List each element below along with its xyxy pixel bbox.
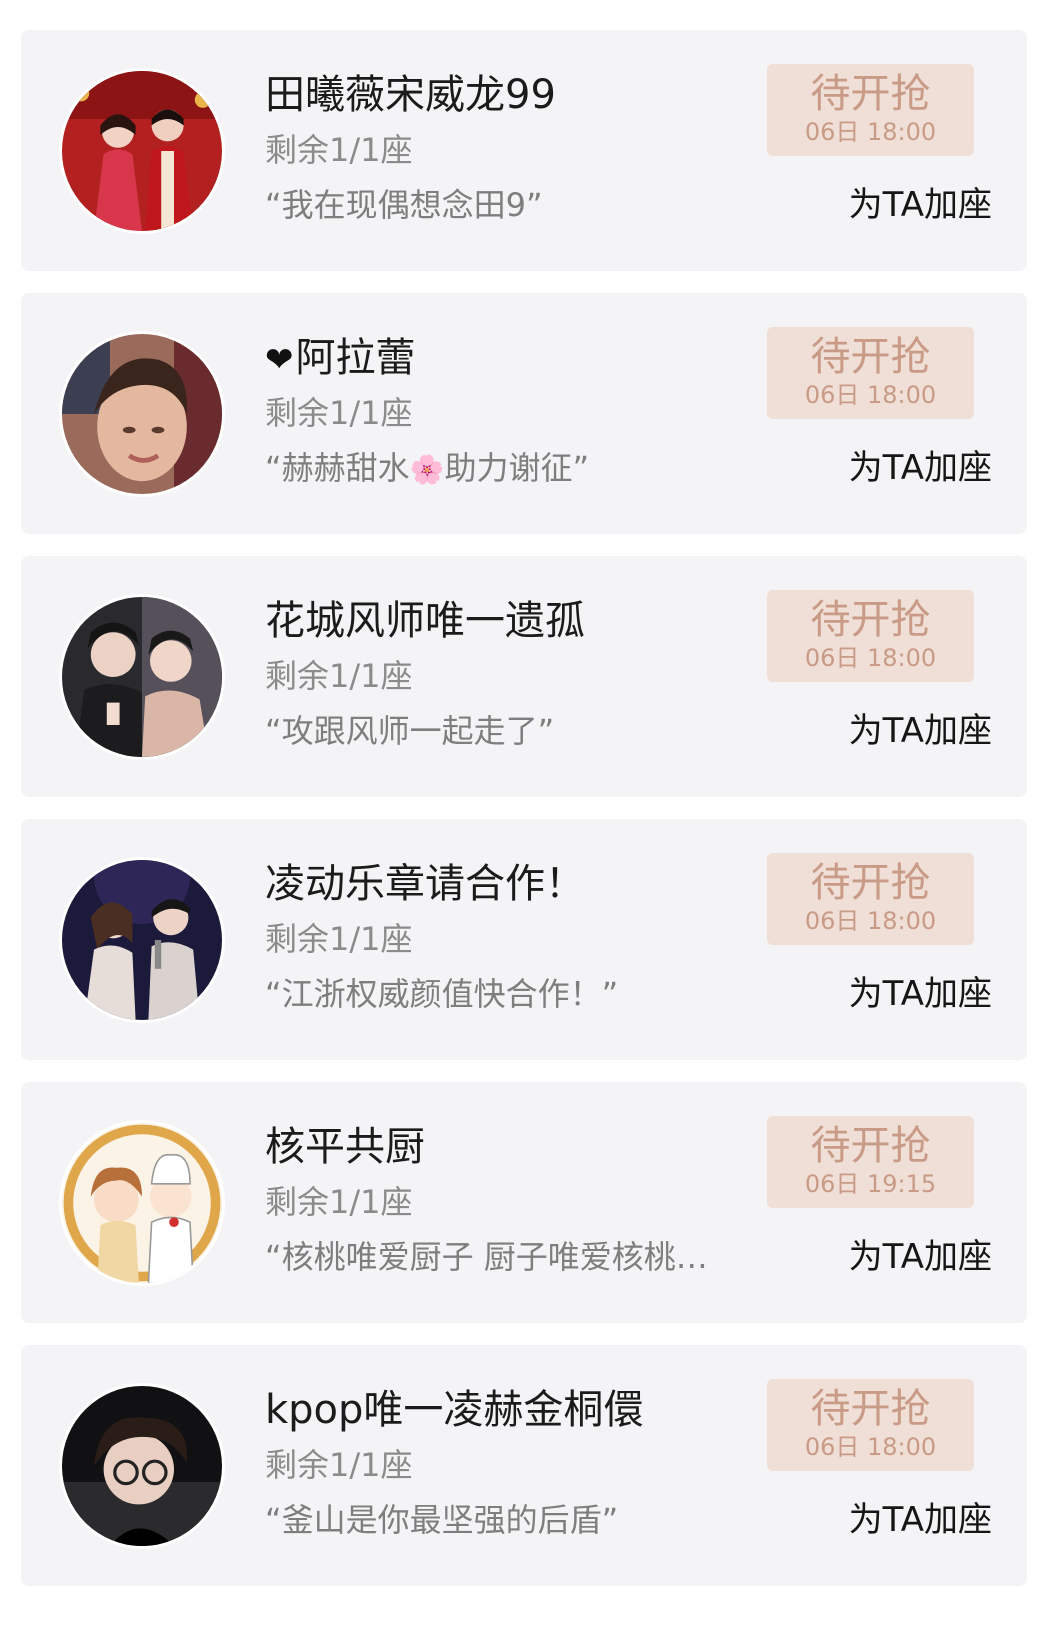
seats-remaining: 剩余1/1座: [265, 1183, 413, 1221]
cherry-blossom-icon: 🌸: [409, 453, 445, 486]
avatar[interactable]: [59, 68, 225, 234]
grab-label: 待开抢: [810, 71, 931, 117]
user-name: 花城风师唯一遗孤: [265, 598, 585, 644]
heart-icon: ❤: [265, 340, 294, 380]
grab-time: 06日 18:00: [804, 381, 937, 409]
seat-list: 田曦薇宋威龙99 剩余1/1座 “我在现偶想念田9” 待开抢 06日 18:00…: [0, 0, 1055, 1646]
add-seat-link[interactable]: 为TA加座: [849, 974, 992, 1014]
seats-remaining: 剩余1/1座: [265, 1446, 413, 1484]
add-seat-link[interactable]: 为TA加座: [849, 1237, 992, 1277]
avatar[interactable]: [59, 857, 225, 1023]
grab-button[interactable]: 待开抢 06日 18:00: [767, 1379, 974, 1471]
grab-label: 待开抢: [810, 1386, 931, 1432]
seats-remaining: 剩余1/1座: [265, 131, 413, 169]
grab-label: 待开抢: [810, 1123, 931, 1169]
user-name: 核平共厨: [265, 1124, 425, 1170]
avatar[interactable]: [59, 1120, 225, 1286]
user-quote: “赫赫甜水🌸助力谢征”: [265, 449, 590, 487]
avatar[interactable]: [59, 1383, 225, 1549]
user-quote: “核桃唯爱厨子 厨子唯爱核桃…: [265, 1238, 708, 1276]
list-item[interactable]: kpop唯一凌赫金桐儇 剩余1/1座 “釜山是你最坚强的后盾” 待开抢 06日 …: [21, 1345, 1027, 1586]
add-seat-link[interactable]: 为TA加座: [849, 1500, 992, 1540]
user-quote: “攻跟风师一起走了”: [265, 712, 555, 750]
user-name: 凌动乐章请合作！: [265, 861, 585, 907]
user-quote: “江浙权威颜值快合作！”: [265, 975, 619, 1013]
avatar[interactable]: [59, 331, 225, 497]
grab-button[interactable]: 待开抢 06日 18:00: [767, 327, 974, 419]
seats-remaining: 剩余1/1座: [265, 920, 413, 958]
grab-label: 待开抢: [810, 860, 931, 906]
user-name: kpop唯一凌赫金桐儇: [265, 1387, 644, 1433]
grab-time: 06日 18:00: [804, 118, 937, 146]
grab-time: 06日 18:00: [804, 1433, 937, 1461]
user-quote: “釜山是你最坚强的后盾”: [265, 1501, 619, 1539]
grab-label: 待开抢: [810, 334, 931, 380]
user-name: ❤阿拉蕾: [265, 335, 416, 381]
seats-remaining: 剩余1/1座: [265, 394, 413, 432]
grab-time: 06日 18:00: [804, 907, 937, 935]
list-item[interactable]: ❤阿拉蕾 剩余1/1座 “赫赫甜水🌸助力谢征” 待开抢 06日 18:00 为T…: [21, 293, 1027, 534]
grab-time: 06日 18:00: [804, 644, 937, 672]
user-quote: “我在现偶想念田9”: [265, 186, 543, 224]
user-name: 田曦薇宋威龙99: [265, 72, 556, 118]
grab-time: 06日 19:15: [804, 1170, 937, 1198]
add-seat-link[interactable]: 为TA加座: [849, 448, 992, 488]
seats-remaining: 剩余1/1座: [265, 657, 413, 695]
add-seat-link[interactable]: 为TA加座: [849, 185, 992, 225]
grab-button[interactable]: 待开抢 06日 19:15: [767, 1116, 974, 1208]
add-seat-link[interactable]: 为TA加座: [849, 711, 992, 751]
grab-label: 待开抢: [810, 597, 931, 643]
list-item[interactable]: 凌动乐章请合作！ 剩余1/1座 “江浙权威颜值快合作！” 待开抢 06日 18:…: [21, 819, 1027, 1060]
avatar[interactable]: [59, 594, 225, 760]
grab-button[interactable]: 待开抢 06日 18:00: [767, 590, 974, 682]
grab-button[interactable]: 待开抢 06日 18:00: [767, 64, 974, 156]
list-item[interactable]: 核平共厨 剩余1/1座 “核桃唯爱厨子 厨子唯爱核桃… 待开抢 06日 19:1…: [21, 1082, 1027, 1323]
list-item[interactable]: 田曦薇宋威龙99 剩余1/1座 “我在现偶想念田9” 待开抢 06日 18:00…: [21, 30, 1027, 271]
grab-button[interactable]: 待开抢 06日 18:00: [767, 853, 974, 945]
list-item[interactable]: 花城风师唯一遗孤 剩余1/1座 “攻跟风师一起走了” 待开抢 06日 18:00…: [21, 556, 1027, 797]
